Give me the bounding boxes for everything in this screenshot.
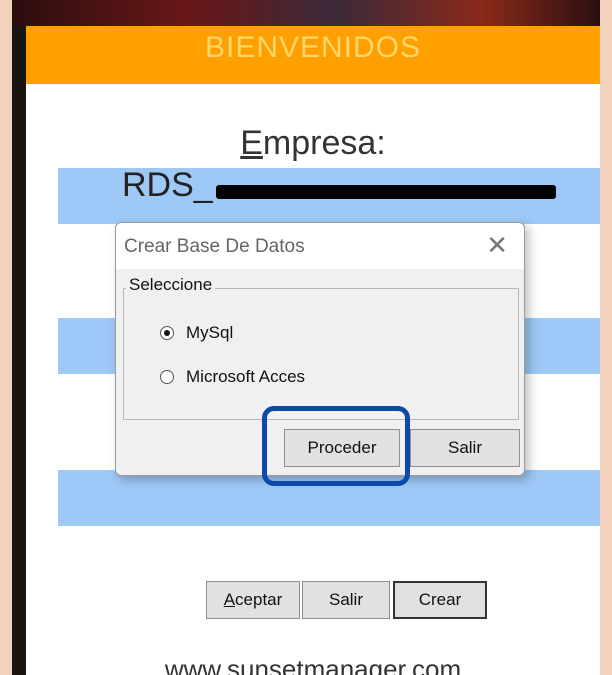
- option-microsoft-acces-label: Microsoft Acces: [186, 367, 306, 386]
- redaction-bar: [216, 185, 556, 199]
- welcome-banner: BIENVENIDOS: [26, 26, 600, 84]
- option-mysql[interactable]: MySql: [160, 323, 233, 343]
- radio-mysql[interactable]: [160, 326, 174, 340]
- option-microsoft-acces[interactable]: Microsoft Acces: [160, 367, 305, 387]
- dialog-titlebar: Crear Base De Datos ✕: [116, 223, 524, 269]
- aceptar-button[interactable]: Aceptar: [206, 581, 300, 619]
- seleccione-groupbox: [123, 288, 519, 420]
- background-image-strip: [12, 0, 600, 26]
- salir-button[interactable]: Salir: [302, 581, 390, 619]
- company-name: RDS_: [122, 166, 213, 204]
- highlight-box: [262, 406, 410, 486]
- aceptar-mnemonic: A: [223, 590, 236, 609]
- radio-microsoft-acces[interactable]: [160, 370, 174, 384]
- dialog-salir-button[interactable]: Salir: [410, 429, 520, 467]
- aceptar-label: ceptar: [235, 590, 283, 609]
- empresa-label: Empresa:: [26, 124, 600, 163]
- empresa-label-text: mpresa:: [262, 124, 386, 162]
- option-mysql-label: MySql: [186, 323, 234, 342]
- website-link[interactable]: www.sunsetmanager.com: [26, 654, 600, 675]
- dialog-title: Crear Base De Datos: [124, 236, 305, 257]
- empresa-label-mnemonic: E: [240, 124, 263, 162]
- crear-button[interactable]: Crear: [393, 581, 487, 619]
- close-icon[interactable]: ✕: [486, 231, 508, 261]
- groupbox-label: Seleccione: [126, 275, 216, 295]
